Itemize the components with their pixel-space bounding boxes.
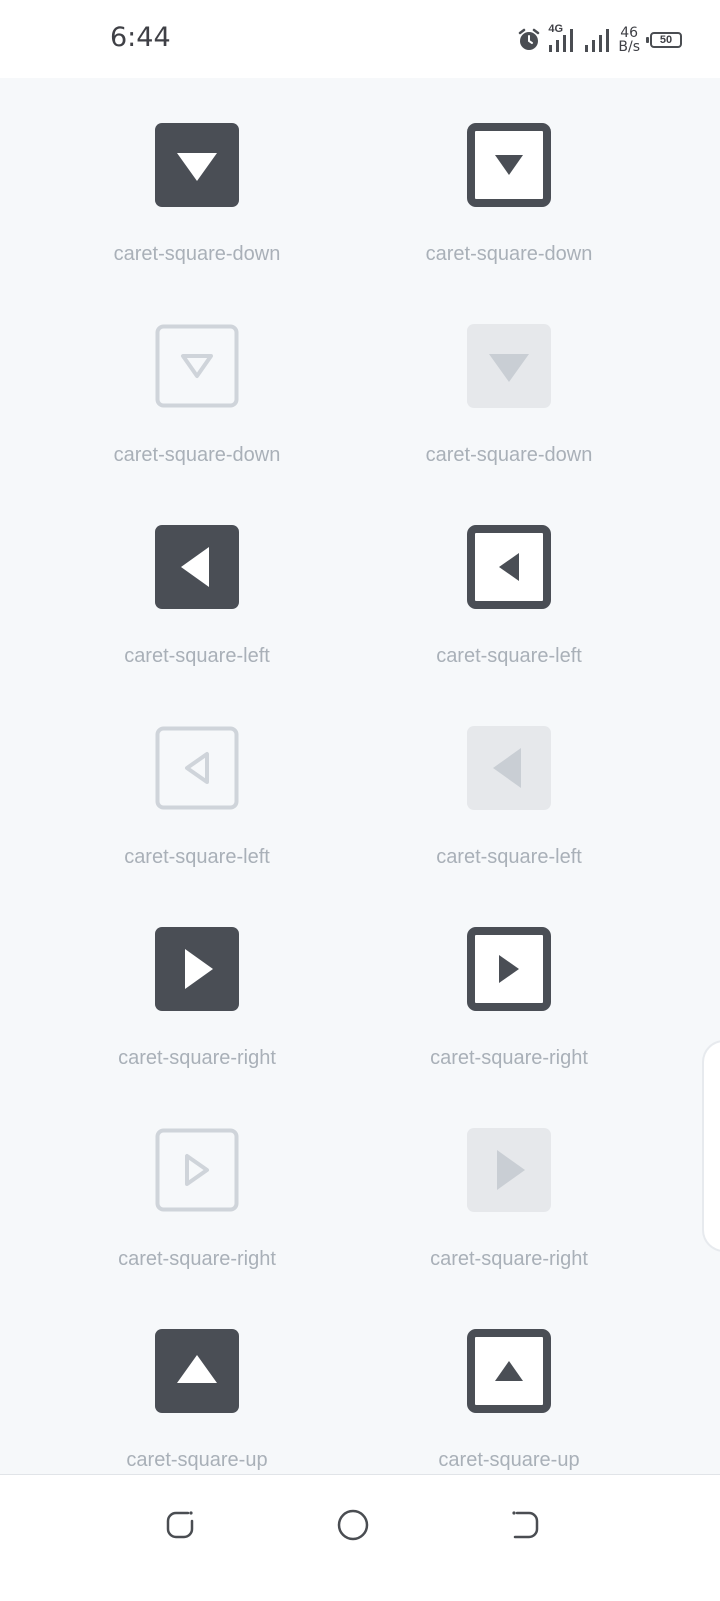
icon-label: caret-square-right <box>430 1248 588 1270</box>
icon-label: caret-square-up <box>126 1449 268 1471</box>
alarm-icon <box>519 28 540 50</box>
caret-square-left-icon <box>467 726 551 810</box>
icon-item[interactable]: caret-square-left <box>41 681 353 881</box>
icon-label: caret-square-down <box>113 243 281 265</box>
icon-label: caret-square-up <box>438 1449 580 1471</box>
icon-item[interactable]: caret-square-right <box>353 1083 665 1283</box>
icon-label: caret-square-down <box>113 444 281 466</box>
icon-item[interactable]: caret-square-left <box>353 480 665 680</box>
caret-square-up-icon <box>155 1329 239 1413</box>
icon-item[interactable]: caret-square-up <box>353 1284 665 1474</box>
icon-item[interactable]: caret-square-down <box>353 78 665 278</box>
caret-square-down-icon <box>467 324 551 408</box>
status-bar: 6:44 4G 46 B/s 50 <box>0 0 720 78</box>
icon-item[interactable]: caret-square-right <box>353 882 665 1082</box>
status-time: 6:44 <box>110 22 171 53</box>
icon-label: caret-square-left <box>124 846 270 868</box>
icon-item[interactable]: caret-square-down <box>41 279 353 479</box>
caret-square-right-icon <box>467 927 551 1011</box>
icon-label: caret-square-left <box>124 645 270 667</box>
status-icons: 4G 46 B/s 50 <box>516 22 682 58</box>
icon-label: caret-square-right <box>118 1047 276 1069</box>
speed-value: 46 <box>620 25 639 41</box>
navigation-bar <box>0 1474 720 1601</box>
signal-4g-icon: 4G <box>548 23 578 55</box>
caret-square-down-icon <box>155 123 239 207</box>
icon-item[interactable]: caret-square-right <box>41 882 353 1082</box>
battery-icon: 50 <box>646 32 682 48</box>
icon-label: caret-square-down <box>425 444 593 466</box>
caret-square-right-icon <box>155 1128 239 1212</box>
caret-square-down-icon <box>467 123 551 207</box>
home-icon[interactable] <box>331 1503 375 1547</box>
icon-label: caret-square-right <box>118 1248 276 1270</box>
icon-label: caret-square-down <box>425 243 593 265</box>
icon-label: caret-square-left <box>436 645 582 667</box>
back-icon[interactable] <box>503 1503 547 1547</box>
icon-item[interactable]: caret-square-right <box>41 1083 353 1283</box>
caret-square-left-icon <box>155 726 239 810</box>
battery-level: 50 <box>659 34 673 46</box>
signal-icon <box>585 29 610 52</box>
network-speed: 46 B/s <box>618 26 640 54</box>
icon-item[interactable]: caret-square-left <box>353 681 665 881</box>
icon-item[interactable]: caret-square-up <box>41 1284 353 1474</box>
caret-square-left-icon <box>467 525 551 609</box>
caret-square-right-icon <box>155 927 239 1011</box>
recent-apps-icon[interactable] <box>158 1503 202 1547</box>
icon-item[interactable]: caret-square-down <box>353 279 665 479</box>
caret-square-down-icon <box>155 324 239 408</box>
side-panel-handle[interactable] <box>702 1040 720 1252</box>
caret-square-right-icon <box>467 1128 551 1212</box>
icon-item[interactable]: caret-square-left <box>41 480 353 680</box>
icon-item[interactable]: caret-square-down <box>41 78 353 278</box>
caret-square-left-icon <box>155 525 239 609</box>
icon-grid: caret-square-down caret-square-down care… <box>0 78 720 1474</box>
caret-square-up-icon <box>467 1329 551 1413</box>
icon-label: caret-square-left <box>436 846 582 868</box>
icon-label: caret-square-right <box>430 1047 588 1069</box>
speed-unit: B/s <box>618 39 640 55</box>
